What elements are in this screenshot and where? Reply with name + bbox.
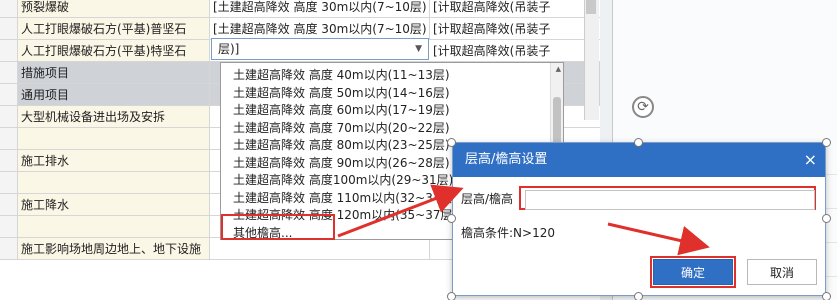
annotation-arrow-1 bbox=[337, 184, 464, 238]
annotation-arrows bbox=[337, 184, 710, 256]
annotation-arrow-2 bbox=[607, 222, 710, 256]
app-window: ⟳ 预裂爆破 [土建超高降效 高度 30m以内(7~10层) [计取超高降效(吊装子… bbox=[0, 0, 837, 300]
